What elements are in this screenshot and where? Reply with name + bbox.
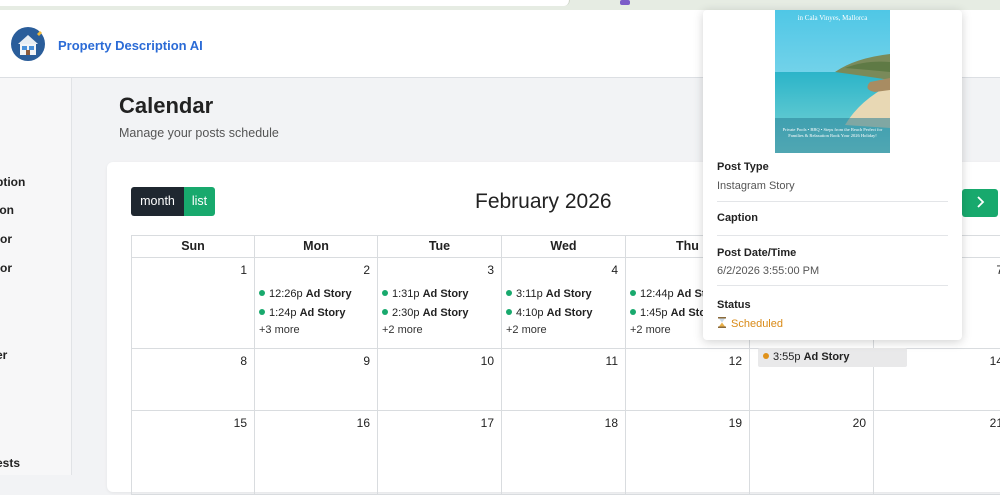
event-dot-icon <box>630 290 636 296</box>
event-item[interactable]: 4:10p Ad Story <box>506 307 592 319</box>
month-view-button[interactable]: month <box>131 187 184 216</box>
chevron-right-icon <box>977 196 985 208</box>
overflow-event-item[interactable]: 3:55p Ad Story <box>758 348 907 367</box>
event-dot-icon <box>630 309 636 315</box>
event-item[interactable]: 2:30p Ad Story <box>382 307 468 319</box>
day-cell[interactable]: 2 12:26p Ad Story 1:24p Ad Story +3 more <box>255 258 378 349</box>
brand-name[interactable]: Property Description AI <box>58 38 203 53</box>
post-detail-popup: in Cala Vinyes, Mallorca Private Pools •… <box>703 10 962 340</box>
divider <box>717 285 948 286</box>
extension-icon[interactable] <box>620 0 630 5</box>
day-number: 2 <box>363 263 370 277</box>
day-cell[interactable]: 17 <box>378 411 502 495</box>
day-number: 3 <box>487 263 494 277</box>
day-number: 7 <box>996 263 1000 277</box>
more-events-link[interactable]: +2 more <box>506 324 547 336</box>
day-number: 4 <box>611 263 618 277</box>
caption-label: Caption <box>717 212 758 224</box>
day-cell[interactable]: 15 <box>131 411 255 495</box>
day-number: 17 <box>480 416 494 430</box>
more-events-link[interactable]: +2 more <box>382 324 423 336</box>
event-item[interactable]: 3:11p Ad Story <box>506 288 592 300</box>
day-number: 1 <box>240 263 247 277</box>
event-dot-icon <box>763 353 769 359</box>
day-cell[interactable]: 1 <box>131 258 255 349</box>
sidebar-item[interactable]: ion <box>0 203 14 217</box>
sidebar-item[interactable]: tor <box>0 261 12 275</box>
day-cell[interactable]: 16 <box>255 411 378 495</box>
day-number: 12 <box>728 354 742 368</box>
post-type-value: Instagram Story <box>717 180 795 192</box>
day-number: 8 <box>240 354 247 368</box>
divider <box>717 201 948 202</box>
browser-tab[interactable] <box>0 0 570 6</box>
list-view-button[interactable]: list <box>184 187 215 216</box>
next-month-button[interactable] <box>962 189 998 217</box>
event-item[interactable]: 1:24p Ad Story <box>259 307 345 319</box>
day-cell[interactable]: 19 <box>626 411 750 495</box>
post-type-label: Post Type <box>717 161 769 173</box>
day-number: 18 <box>604 416 618 430</box>
event-dot-icon <box>259 290 265 296</box>
sidebar-item[interactable]: ests <box>0 456 20 470</box>
browser-strip <box>0 0 1000 10</box>
day-number: 14 <box>989 354 1000 368</box>
day-number: 20 <box>852 416 866 430</box>
day-number: 15 <box>233 416 247 430</box>
day-number: 21 <box>989 416 1000 430</box>
brand-logo-icon[interactable] <box>10 26 46 62</box>
day-cell[interactable]: 12 <box>626 349 750 411</box>
status-label: Status <box>717 299 751 311</box>
event-item[interactable]: 1:31p Ad Story <box>382 288 468 300</box>
event-dot-icon <box>259 309 265 315</box>
more-events-link[interactable]: +3 more <box>259 324 300 336</box>
day-cell[interactable]: 11 <box>502 349 626 411</box>
day-number: 19 <box>728 416 742 430</box>
day-cell[interactable]: 18 <box>502 411 626 495</box>
day-number: 16 <box>356 416 370 430</box>
post-image-thumbnail[interactable]: in Cala Vinyes, Mallorca Private Pools •… <box>775 10 890 153</box>
day-number: 10 <box>480 354 494 368</box>
sidebar: ption ion tor tor er ests <box>0 78 72 475</box>
calendar-title: February 2026 <box>475 190 612 213</box>
weekday-header: Sun <box>131 235 255 258</box>
event-item[interactable]: 12:26p Ad Story <box>259 288 352 300</box>
day-number: 9 <box>363 354 370 368</box>
event-dot-icon <box>506 309 512 315</box>
day-cell[interactable]: 10 <box>378 349 502 411</box>
day-number: 11 <box>605 354 618 368</box>
weekday-header: Wed <box>502 235 626 258</box>
image-caption-top: in Cala Vinyes, Mallorca <box>797 14 868 22</box>
event-dot-icon <box>382 290 388 296</box>
weekday-header: Tue <box>378 235 502 258</box>
hourglass-icon <box>718 317 726 328</box>
sidebar-item[interactable]: er <box>0 348 7 362</box>
sidebar-item[interactable]: ption <box>0 175 25 189</box>
image-caption-bottom: Private Pools • BBQ • Steps from the Bea… <box>782 127 883 138</box>
day-cell[interactable]: 8 <box>131 349 255 411</box>
status-badge: Scheduled <box>717 317 783 330</box>
day-cell[interactable]: 21 <box>874 411 1000 495</box>
day-cell[interactable]: 4 3:11p Ad Story 4:10p Ad Story +2 more <box>502 258 626 349</box>
event-dot-icon <box>506 290 512 296</box>
more-events-link[interactable]: +2 more <box>630 324 671 336</box>
sidebar-item[interactable]: tor <box>0 232 12 246</box>
day-cell[interactable]: 20 <box>750 411 874 495</box>
post-datetime-label: Post Date/Time <box>717 247 797 259</box>
divider <box>717 235 948 236</box>
post-datetime-value: 6/2/2026 3:55:00 PM <box>717 265 820 277</box>
day-cell[interactable]: 9 <box>255 349 378 411</box>
page-title: Calendar <box>119 93 214 118</box>
day-cell[interactable]: 3 1:31p Ad Story 2:30p Ad Story +2 more <box>378 258 502 349</box>
event-dot-icon <box>382 309 388 315</box>
page-subtitle: Manage your posts schedule <box>119 126 279 140</box>
weekday-header: Mon <box>255 235 378 258</box>
